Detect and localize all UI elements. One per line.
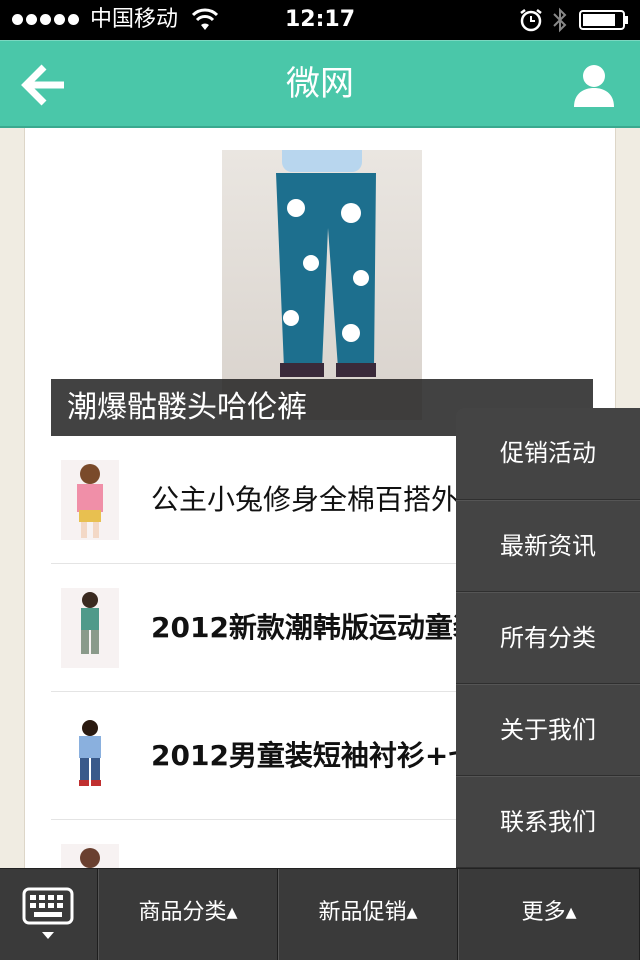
tab-product-categories[interactable]: 商品分类▴: [98, 869, 278, 960]
boy-sportswear-image-icon: [81, 592, 99, 654]
product-thumbnail: [61, 460, 119, 540]
menu-item-contact[interactable]: 联系我们: [456, 776, 640, 868]
keyboard-icon: [22, 887, 74, 939]
bottom-tab-bar: 商品分类▴ 新品促销▴ 更多▴: [0, 868, 640, 960]
menu-item-news[interactable]: 最新资讯: [456, 500, 640, 592]
pants-image-icon: [276, 173, 376, 377]
product-thumbnail: [61, 716, 119, 796]
clock-time: 12:17: [284, 7, 356, 32]
status-bar: 中国移动 12:17: [0, 0, 640, 40]
tab-more[interactable]: 更多▴: [458, 869, 640, 960]
boy-shirt-image-icon: [79, 720, 101, 786]
more-menu: 促销活动 最新资讯 所有分类 关于我们 联系我们: [456, 408, 640, 868]
girl-jacket-image-icon: [77, 464, 103, 538]
nav-bar: 微网: [0, 40, 640, 128]
keyboard-toggle-button[interactable]: [0, 869, 98, 960]
alarm-icon: [520, 9, 542, 32]
bluetooth-icon: [553, 7, 567, 33]
menu-item-categories[interactable]: 所有分类: [456, 592, 640, 684]
arrow-left-icon[interactable]: [18, 59, 70, 111]
user-icon[interactable]: [570, 61, 618, 109]
page-title: 微网: [286, 64, 354, 104]
tab-new-promotions[interactable]: 新品促销▴: [278, 869, 458, 960]
menu-item-promotions[interactable]: 促销活动: [456, 408, 640, 500]
menu-item-about[interactable]: 关于我们: [456, 684, 640, 776]
battery-icon: [579, 10, 628, 30]
product-thumbnail: [61, 588, 119, 668]
